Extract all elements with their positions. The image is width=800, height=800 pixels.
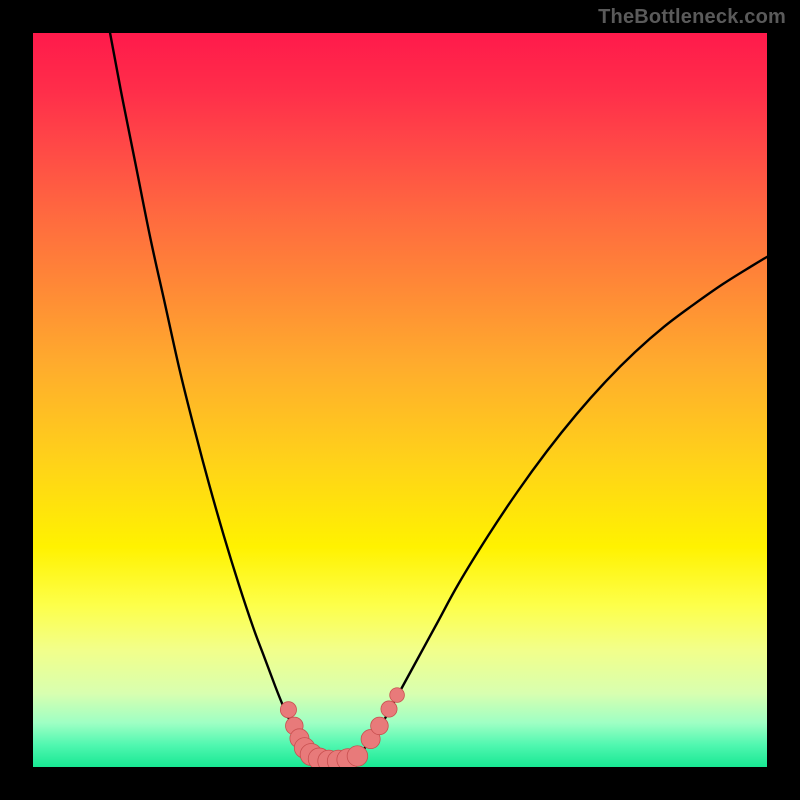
plot-area bbox=[33, 33, 767, 767]
valley-marker bbox=[381, 701, 397, 717]
valley-marker bbox=[371, 717, 389, 735]
chart-frame: TheBottleneck.com bbox=[0, 0, 800, 800]
chart-svg bbox=[33, 33, 767, 767]
watermark-text: TheBottleneck.com bbox=[598, 6, 786, 29]
valley-marker bbox=[280, 702, 296, 718]
valley-marker bbox=[390, 688, 405, 703]
valley-marker bbox=[347, 746, 368, 767]
valley-markers-group bbox=[280, 688, 404, 767]
curve-left-branch bbox=[110, 33, 305, 745]
curve-right-branch bbox=[367, 257, 767, 745]
